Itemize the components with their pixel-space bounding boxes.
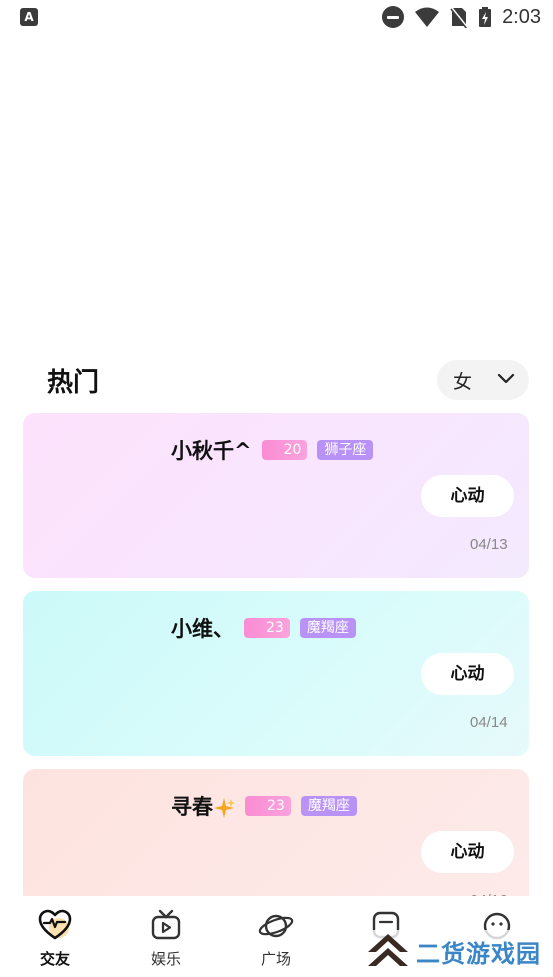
watermark-logo-icon — [368, 934, 408, 966]
watermark: 二货游戏园 — [362, 930, 545, 972]
user-card[interactable]: 小维、 23 魔羯座 心动 04/14 — [23, 591, 529, 756]
age-badge: 23 — [244, 618, 290, 638]
user-nickname: 寻春 — [171, 795, 213, 819]
clock: 2:03 — [502, 5, 541, 28]
nav-label: 娱乐 — [150, 950, 181, 968]
zodiac-badge: 魔羯座 — [299, 618, 356, 638]
age-badge: 20 — [261, 440, 308, 460]
user-card[interactable]: 小秋千^ 20 狮子座 心动 04/13 — [23, 413, 529, 578]
like-button[interactable]: 心动 — [421, 653, 514, 695]
section-title-text: 热门 — [47, 368, 100, 398]
user-nickname: 小维、 — [171, 617, 234, 641]
like-button[interactable]: 心动 — [421, 831, 514, 873]
heart-pulse-icon — [38, 909, 72, 940]
user-info-row: 小维、 23 魔羯座 — [171, 613, 356, 643]
chevron-down-icon — [497, 373, 515, 384]
section-title: 热门 — [47, 362, 99, 399]
gender-filter-dropdown[interactable]: 女 — [437, 360, 529, 400]
sparkle-icon — [214, 798, 235, 818]
do-not-disturb-icon — [382, 6, 405, 28]
app-notification-icon: A — [20, 8, 38, 26]
nav-tab-friends[interactable]: 交友 — [20, 908, 90, 969]
planet-icon — [258, 914, 294, 938]
nav-tab-square[interactable]: 广场 — [241, 908, 311, 969]
gender-filter-value: 女 — [453, 370, 473, 393]
age-badge: 23 — [245, 796, 291, 816]
zodiac-badge: 魔羯座 — [300, 796, 357, 816]
battery-charging-icon — [479, 7, 492, 27]
zodiac-badge: 狮子座 — [317, 440, 374, 460]
post-date: 04/14 — [470, 714, 508, 731]
app-screen: A 2:03 热门 女 小秋千^ 20 狮子座 心动 04/13 小维、 23 … — [0, 0, 553, 977]
user-info-row: 寻春 23 魔羯座 — [171, 791, 357, 821]
tv-icon — [151, 909, 181, 940]
no-sim-icon — [450, 6, 468, 28]
user-nickname-wrapper: 寻春 — [171, 791, 235, 821]
status-bar: A 2:03 — [0, 0, 553, 34]
user-info-row: 小秋千^ 20 狮子座 — [171, 435, 374, 465]
nav-tab-entertainment[interactable]: 娱乐 — [131, 908, 201, 969]
user-nickname: 小秋千^ — [171, 439, 252, 463]
nav-label: 广场 — [260, 950, 291, 968]
like-button[interactable]: 心动 — [421, 475, 514, 517]
status-icons: 2:03 — [382, 4, 541, 30]
nav-label: 交友 — [39, 950, 70, 968]
post-date: 04/13 — [470, 536, 508, 553]
watermark-text: 二货游戏园 — [416, 939, 541, 968]
wifi-icon — [415, 7, 440, 27]
